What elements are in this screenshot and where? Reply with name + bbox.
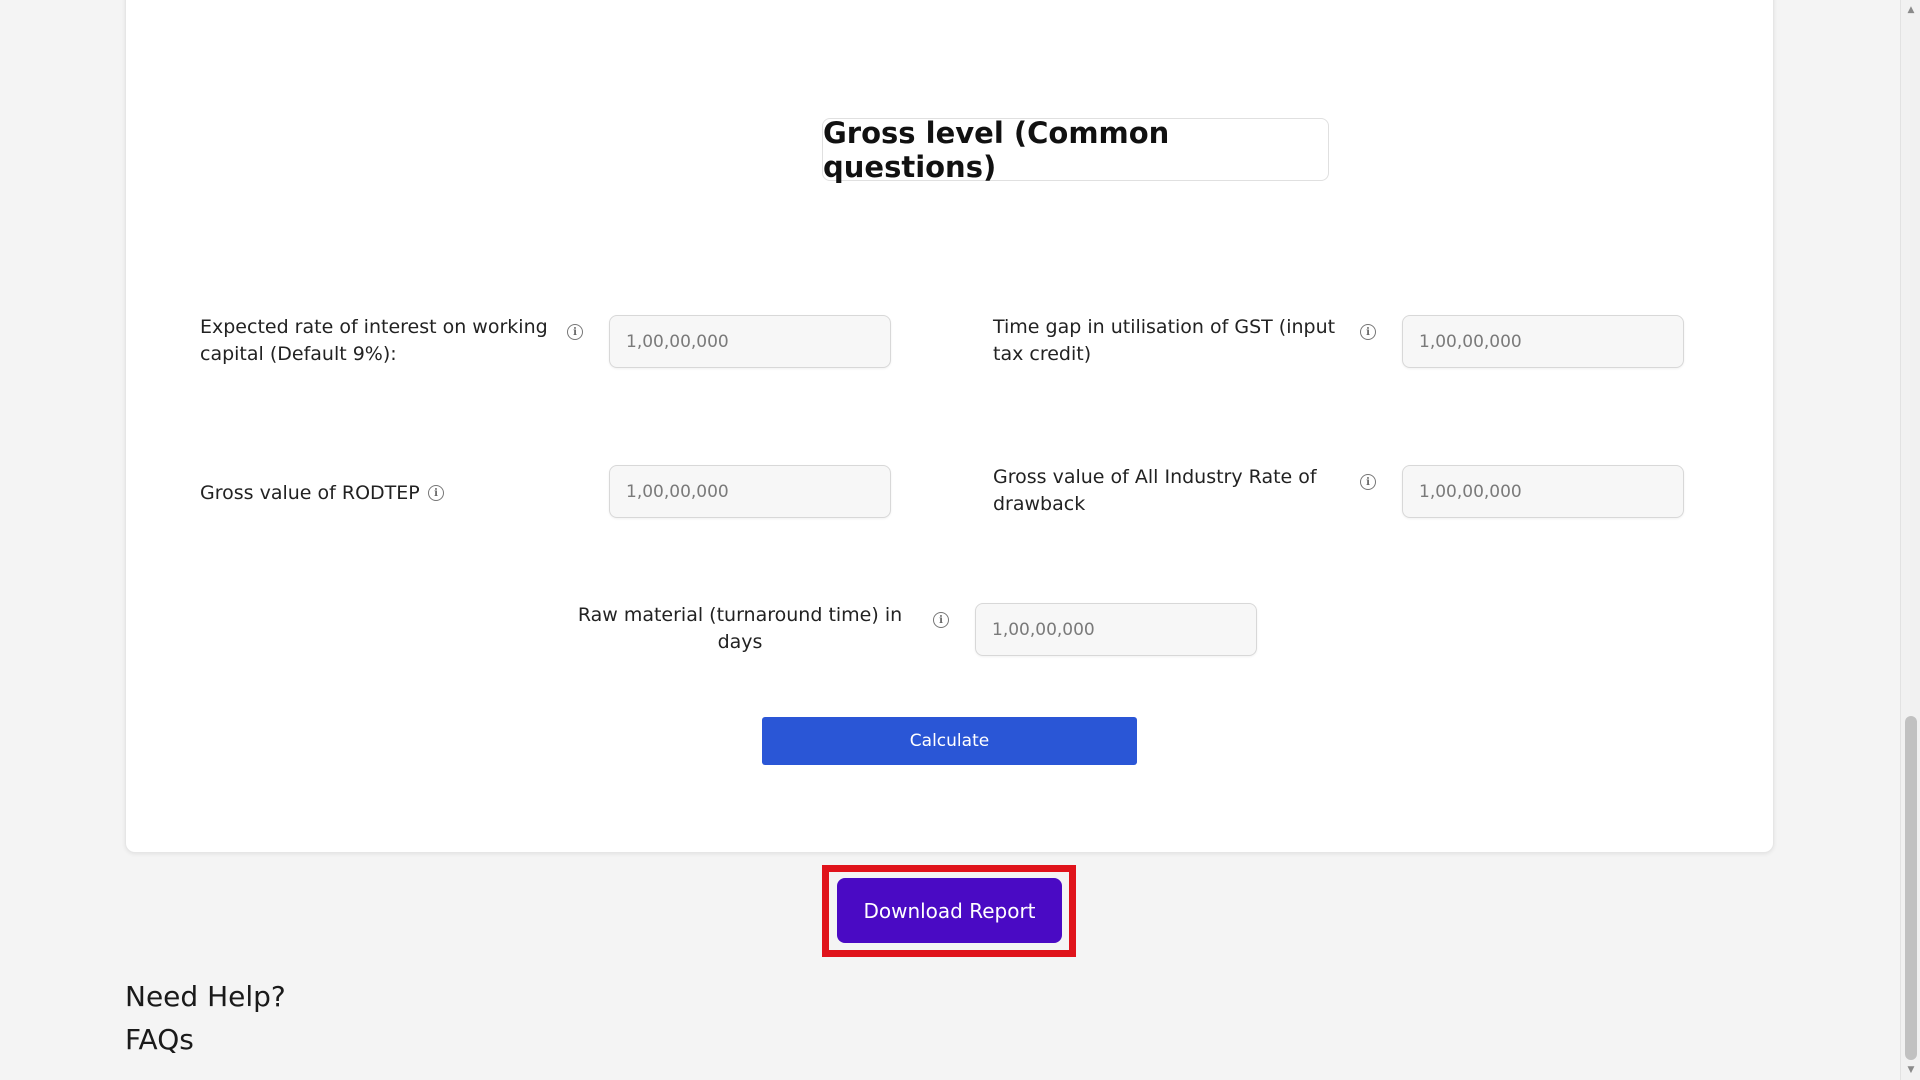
info-icon[interactable]: i bbox=[933, 612, 949, 628]
drawback-label: Gross value of All Industry Rate of draw… bbox=[993, 466, 1317, 515]
need-help-heading: Need Help? bbox=[125, 980, 286, 1013]
download-report-button[interactable]: Download Report bbox=[837, 878, 1062, 943]
info-icon[interactable]: i bbox=[1360, 474, 1376, 490]
rodtep-label: Gross value of RODTEP bbox=[200, 482, 420, 504]
interest-rate-input[interactable] bbox=[609, 315, 891, 368]
scrollbar-thumb[interactable] bbox=[1905, 716, 1917, 1060]
gst-time-gap-input[interactable] bbox=[1402, 315, 1684, 368]
info-icon[interactable]: i bbox=[428, 485, 444, 501]
section-title: Gross level (Common questions) bbox=[822, 116, 1329, 184]
info-icon[interactable]: i bbox=[1360, 324, 1376, 340]
faqs-link[interactable]: FAQs bbox=[125, 1023, 194, 1056]
scroll-down-arrow-icon[interactable]: ▼ bbox=[1901, 1060, 1920, 1080]
rodtep-input[interactable] bbox=[609, 465, 891, 518]
scroll-up-arrow-icon[interactable]: ▲ bbox=[1901, 0, 1920, 20]
raw-material-label: Raw material (turnaround time) in days bbox=[577, 604, 903, 653]
vertical-scrollbar[interactable]: ▲ ▼ bbox=[1900, 0, 1920, 1080]
gst-time-gap-label: Time gap in utilisation of GST (input ta… bbox=[993, 316, 1336, 365]
info-icon[interactable]: i bbox=[567, 324, 583, 340]
raw-material-input[interactable] bbox=[975, 603, 1257, 656]
calculate-button[interactable]: Calculate bbox=[762, 717, 1137, 765]
drawback-input[interactable] bbox=[1402, 465, 1684, 518]
interest-rate-label: Expected rate of interest on working cap… bbox=[200, 316, 548, 365]
